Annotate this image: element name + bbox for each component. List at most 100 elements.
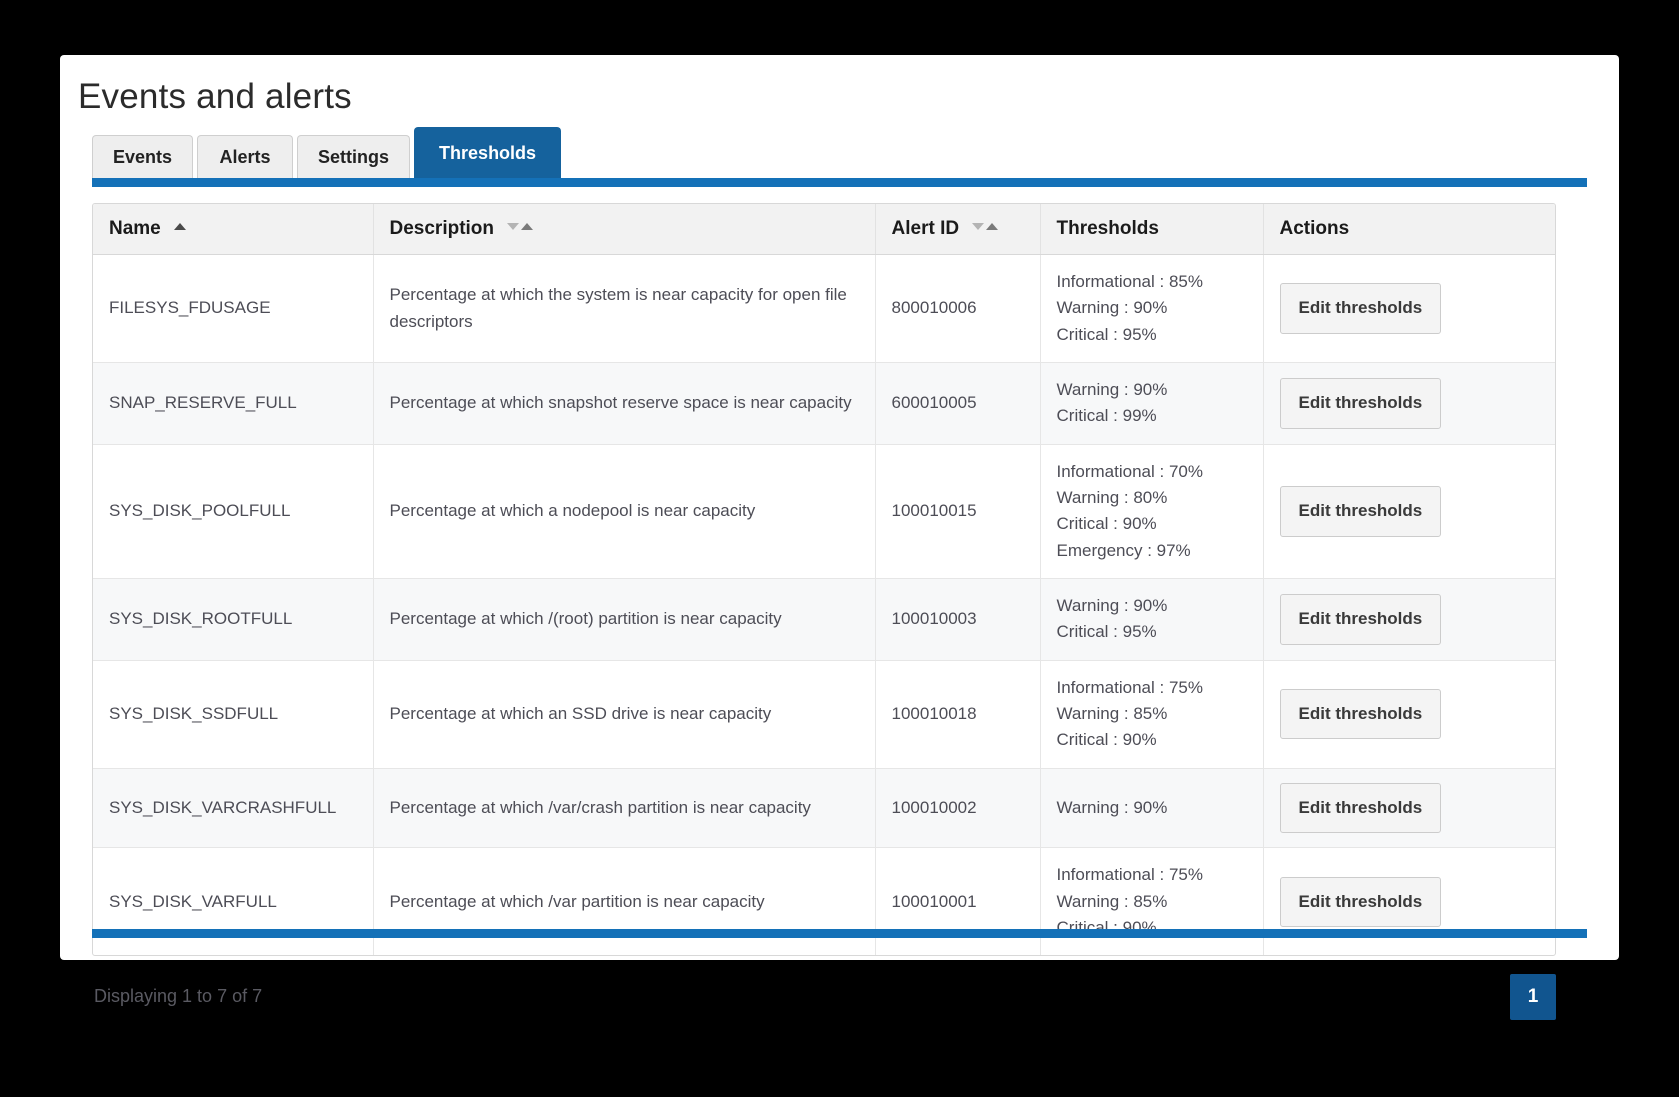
table-footer: Displaying 1 to 7 of 7 1 bbox=[92, 974, 1556, 1036]
column-header-thresholds: Thresholds bbox=[1040, 204, 1264, 255]
column-header-actions: Actions bbox=[1263, 204, 1555, 255]
cell-name: SYS_DISK_VARCRASHFULL bbox=[93, 768, 374, 849]
sort-both-icon[interactable] bbox=[971, 223, 999, 231]
cell-name: SYS_DISK_SSDFULL bbox=[93, 660, 374, 769]
table-header-row: Name Description Alert ID Thresholds Act… bbox=[93, 204, 1555, 255]
table-row: SYS_DISK_ROOTFULL Percentage at which /(r… bbox=[93, 578, 1555, 661]
tab-events-label: Events bbox=[113, 147, 173, 167]
cell-thresholds: Informational : 70% Warning : 80% Critical… bbox=[1040, 444, 1264, 580]
cell-name: SYS_DISK_POOLFULL bbox=[93, 444, 374, 580]
bottom-accent-bar bbox=[92, 929, 1587, 938]
events-and-alerts-card: Events and alerts Events Alerts Settings… bbox=[60, 55, 1619, 1021]
column-header-name[interactable]: Name bbox=[93, 204, 374, 255]
pagination: 1 bbox=[1510, 974, 1556, 1021]
column-header-description-label: Description bbox=[389, 218, 495, 239]
edit-thresholds-button[interactable]: Edit thresholds bbox=[1279, 486, 1442, 537]
table-row: FILESYS_FDUSAGE Percentage at which the s… bbox=[93, 254, 1555, 364]
column-header-name-label: Name bbox=[109, 218, 161, 239]
column-header-alert-id-label: Alert ID bbox=[891, 218, 960, 239]
threshold-line: Warning : 80% bbox=[1056, 488, 1168, 508]
cell-actions: Edit thresholds bbox=[1263, 444, 1555, 580]
threshold-line: Critical : 95% bbox=[1056, 622, 1157, 642]
pagination-page-1[interactable]: 1 bbox=[1510, 974, 1556, 1021]
cell-alert-id: 100010015 bbox=[875, 444, 1041, 580]
cell-alert-id: 100010001 bbox=[875, 847, 1041, 956]
cell-actions: Edit thresholds bbox=[1263, 848, 1555, 956]
cell-actions: Edit thresholds bbox=[1263, 362, 1555, 445]
column-header-alert-id[interactable]: Alert ID bbox=[875, 204, 1041, 255]
table-row: SYS_DISK_POOLFULL Percentage at which a n… bbox=[93, 444, 1555, 580]
sort-ascending-icon[interactable] bbox=[173, 223, 187, 231]
threshold-line: Critical : 99% bbox=[1056, 406, 1157, 426]
cell-description: Percentage at which a nodepool is near c… bbox=[373, 444, 876, 580]
cell-actions: Edit thresholds bbox=[1263, 768, 1555, 849]
cell-actions: Edit thresholds bbox=[1263, 578, 1555, 661]
cell-alert-id: 100010003 bbox=[875, 578, 1041, 661]
thresholds-table-container: Name Description Alert ID Thresholds Act… bbox=[92, 203, 1556, 957]
threshold-line: Warning : 90% bbox=[1056, 797, 1168, 817]
cell-name: SNAP_RESERVE_FULL bbox=[93, 362, 374, 445]
threshold-line: Informational : 75% bbox=[1056, 677, 1203, 697]
thresholds-table: Name Description Alert ID Thresholds Act… bbox=[93, 204, 1555, 956]
threshold-line: Informational : 75% bbox=[1056, 865, 1203, 885]
cell-actions: Edit thresholds bbox=[1263, 660, 1555, 769]
tab-bar: Events Alerts Settings Thresholds bbox=[92, 127, 1619, 187]
cell-description: Percentage at which an SSD drive is near… bbox=[373, 660, 876, 769]
tab-settings-label: Settings bbox=[318, 147, 390, 167]
tab-thresholds[interactable]: Thresholds bbox=[414, 127, 562, 179]
cell-description: Percentage at which /var/crash partition… bbox=[373, 768, 876, 849]
edit-thresholds-button[interactable]: Edit thresholds bbox=[1279, 876, 1442, 927]
column-header-actions-label: Actions bbox=[1279, 218, 1350, 239]
table-row: SYS_DISK_VARCRASHFULL Percentage at which… bbox=[93, 768, 1555, 849]
table-row: SNAP_RESERVE_FULL Percentage at which sna… bbox=[93, 362, 1555, 445]
threshold-line: Warning : 85% bbox=[1056, 704, 1168, 724]
cell-name: SYS_DISK_VARFULL bbox=[93, 847, 374, 956]
tab-events[interactable]: Events bbox=[92, 135, 194, 179]
column-header-thresholds-label: Thresholds bbox=[1056, 218, 1159, 239]
cell-thresholds: Warning : 90% Critical : 99% bbox=[1040, 362, 1264, 445]
threshold-line: Informational : 70% bbox=[1056, 461, 1203, 481]
cell-thresholds: Warning : 90% Critical : 95% bbox=[1040, 578, 1264, 661]
tab-alerts[interactable]: Alerts bbox=[197, 135, 294, 179]
edit-thresholds-button[interactable]: Edit thresholds bbox=[1279, 689, 1442, 740]
cell-thresholds: Informational : 75% Warning : 85% Critical… bbox=[1040, 660, 1264, 769]
threshold-line: Critical : 95% bbox=[1056, 324, 1157, 344]
sort-both-icon[interactable] bbox=[506, 223, 534, 231]
cell-actions: Edit thresholds bbox=[1263, 254, 1555, 364]
cell-thresholds: Informational : 75% Warning : 85% Critical… bbox=[1040, 847, 1264, 956]
threshold-line: Informational : 85% bbox=[1056, 272, 1203, 291]
threshold-line: Critical : 90% bbox=[1056, 514, 1157, 534]
cell-name: SYS_DISK_ROOTFULL bbox=[93, 578, 374, 661]
tab-accent-bar bbox=[92, 178, 1587, 187]
page-title: Events and alerts bbox=[78, 77, 352, 116]
threshold-line: Warning : 85% bbox=[1056, 891, 1168, 911]
tab-thresholds-label: Thresholds bbox=[439, 143, 537, 163]
edit-thresholds-button[interactable]: Edit thresholds bbox=[1279, 594, 1442, 645]
displaying-count: Displaying 1 to 7 of 7 bbox=[94, 986, 263, 1007]
table-header: Name Description Alert ID Thresholds Act… bbox=[93, 204, 1555, 255]
cell-alert-id: 600010005 bbox=[875, 362, 1041, 445]
threshold-line: Emergency : 97% bbox=[1056, 540, 1191, 560]
cell-name: FILESYS_FDUSAGE bbox=[93, 254, 374, 364]
cell-description: Percentage at which /(root) partition is… bbox=[373, 578, 876, 661]
cell-description: Percentage at which snapshot reserve spa… bbox=[373, 362, 876, 445]
threshold-line: Critical : 90% bbox=[1056, 730, 1157, 750]
threshold-line: Warning : 90% bbox=[1056, 596, 1168, 616]
edit-thresholds-button[interactable]: Edit thresholds bbox=[1279, 378, 1442, 429]
tab-alerts-label: Alerts bbox=[219, 147, 271, 167]
cell-description: Percentage at which the system is near c… bbox=[373, 254, 876, 364]
tab-settings[interactable]: Settings bbox=[297, 135, 411, 179]
column-header-description[interactable]: Description bbox=[373, 204, 876, 255]
cell-alert-id: 800010006 bbox=[875, 254, 1041, 364]
threshold-line: Warning : 90% bbox=[1056, 298, 1168, 318]
threshold-line: Warning : 90% bbox=[1056, 380, 1168, 400]
cell-alert-id: 100010002 bbox=[875, 768, 1041, 849]
cell-thresholds: Warning : 90% bbox=[1040, 768, 1264, 849]
table-row: SYS_DISK_VARFULL Percentage at which /var… bbox=[93, 847, 1555, 956]
edit-thresholds-button[interactable]: Edit thresholds bbox=[1279, 283, 1442, 334]
edit-thresholds-button[interactable]: Edit thresholds bbox=[1279, 782, 1442, 834]
cell-description: Percentage at which /var partition is ne… bbox=[373, 847, 876, 956]
cell-thresholds: Informational : 85% Warning : 90% Critical… bbox=[1040, 254, 1264, 364]
table-row: SYS_DISK_SSDFULL Percentage at which an S… bbox=[93, 660, 1555, 769]
cell-alert-id: 100010018 bbox=[875, 660, 1041, 769]
